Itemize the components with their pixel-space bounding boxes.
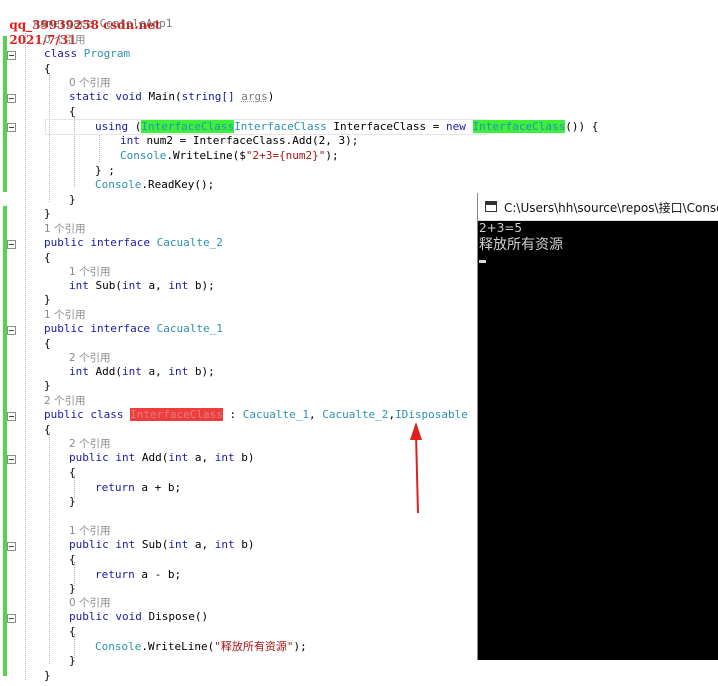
console-output[interactable]: 2+3=5 释放所有资源 (478, 221, 718, 660)
code-line: } (44, 207, 51, 220)
console-cursor (479, 260, 486, 263)
fold-toggle[interactable] (7, 94, 16, 103)
ref-count[interactable]: 1 个引用 (69, 523, 111, 538)
code-line: Console.WriteLine($"2+3={num2}"); (120, 149, 339, 162)
fold-toggle[interactable] (7, 455, 16, 464)
ref-count[interactable]: 0 个引用 (69, 595, 111, 610)
ref-count[interactable]: 1 个引用 (69, 264, 111, 279)
console-title-bar[interactable]: C:\Users\hh\source\repos\接口\ConsoleA (478, 193, 718, 221)
code-line: static void Main(string[] args) (69, 90, 275, 103)
console-output-line: 释放所有资源 (479, 237, 563, 253)
code-line: { (69, 466, 76, 479)
code-line: { (44, 423, 51, 436)
code-line: } (44, 379, 51, 392)
annotation-arrow (410, 422, 422, 514)
ref-count[interactable]: 0 个引用 (44, 32, 86, 47)
code-line: return a + b; (95, 481, 182, 494)
fold-toggle[interactable] (7, 240, 16, 249)
console-window[interactable]: C:\Users\hh\source\repos\接口\ConsoleA 2+3… (477, 193, 718, 660)
console-app-icon (485, 201, 497, 212)
code-line: int num2 = InterfaceClass.Add(2, 3); (120, 134, 359, 147)
code-line: class Program (44, 47, 131, 60)
code-line: Console.WriteLine("释放所有资源"); (95, 640, 307, 653)
code-line: public int Sub(int a, int b) (69, 538, 255, 551)
code-line: } (69, 495, 76, 508)
ref-count[interactable]: 2 个引用 (69, 436, 111, 451)
fold-toggle[interactable] (7, 542, 16, 551)
code-line: { (44, 337, 51, 350)
indent-guide (99, 134, 100, 162)
code-line: { (69, 105, 76, 118)
code-line: Console.ReadKey(); (95, 178, 215, 191)
fold-toggle[interactable] (7, 51, 16, 60)
code-line: } (69, 654, 76, 667)
ref-count[interactable]: 2 个引用 (69, 350, 111, 365)
indent-guide (49, 74, 50, 202)
console-title: C:\Users\hh\source\repos\接口\ConsoleA (504, 201, 718, 215)
code-line: } ; (95, 164, 115, 177)
ref-count[interactable]: 1 个引用 (44, 221, 86, 236)
code-line: } (44, 293, 51, 306)
ref-count[interactable]: 2 个引用 (44, 393, 86, 408)
fold-toggle[interactable] (7, 614, 16, 623)
code-line: } (44, 669, 51, 682)
fold-toggle[interactable] (7, 412, 16, 421)
code-line: { (69, 553, 76, 566)
code-line: public interface Cacualte_1 (44, 322, 223, 335)
code-line: } (69, 582, 76, 595)
code-line: { (69, 625, 76, 638)
fold-toggle[interactable] (7, 123, 16, 132)
code-line: using (InterfaceClassInterfaceClass Inte… (95, 120, 599, 133)
console-output-line: 2+3=5 (479, 221, 523, 235)
code-line: int Add(int a, int b); (69, 365, 215, 378)
ref-count[interactable]: 0 个引用 (69, 75, 111, 90)
code-line: } (69, 193, 76, 206)
code-line: int Sub(int a, int b); (69, 279, 215, 292)
code-line: public int Add(int a, int b) (69, 451, 255, 464)
code-line: { (44, 251, 51, 264)
indent-guide (49, 432, 50, 664)
code-line: return a - b; (95, 568, 182, 581)
code-line: public void Dispose() (69, 610, 209, 623)
change-bar (3, 206, 7, 676)
ref-count[interactable]: 1 个引用 (44, 307, 86, 322)
indent-guide (25, 30, 26, 680)
code-line: { (44, 62, 51, 75)
fold-toggle[interactable] (7, 326, 16, 335)
code-line: public interface Cacualte_2 (44, 236, 223, 249)
